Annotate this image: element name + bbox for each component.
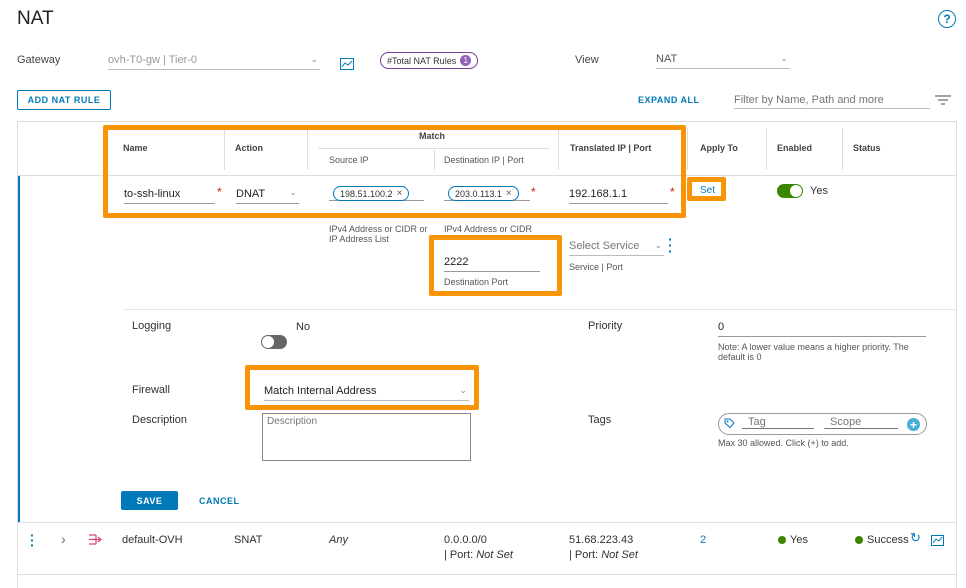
highlight-box-apply — [687, 177, 726, 201]
chart-icon[interactable] — [931, 535, 944, 546]
enabled-text: Yes — [810, 185, 828, 197]
highlight-box-row — [103, 125, 686, 218]
service-hint: Service | Port — [569, 262, 623, 272]
status-dot-icon — [778, 536, 786, 544]
edit-row-indicator — [18, 176, 20, 522]
refresh-icon[interactable]: ↻ — [910, 530, 921, 546]
row-source: Any — [329, 534, 348, 546]
logging-value: No — [296, 321, 311, 333]
logging-toggle[interactable] — [261, 335, 287, 349]
row-translated-ip: 51.68.223.43 — [569, 534, 634, 546]
row-enabled: Yes — [778, 534, 808, 546]
view-select[interactable]: NAT ⌄ — [656, 53, 790, 69]
total-rules-count: 1 — [460, 55, 472, 66]
expand-all-link[interactable]: EXPAND ALL — [638, 95, 700, 105]
highlight-box-firewall — [245, 365, 479, 410]
description-label: Description — [132, 414, 188, 426]
total-rules-badge: #Total NAT Rules 1 — [380, 52, 479, 69]
service-select[interactable]: Select Service ⌄ — [569, 240, 664, 256]
priority-label: Priority — [588, 320, 623, 332]
add-nat-rule-button[interactable]: ADD NAT RULE — [17, 90, 111, 110]
gateway-label: Gateway — [17, 54, 61, 66]
column-enabled[interactable]: Enabled — [777, 143, 812, 153]
chart-icon[interactable] — [340, 58, 354, 70]
status-dot-icon — [855, 536, 863, 544]
gateway-select[interactable]: ovh-T0-gw | Tier-0 ⌄ — [108, 54, 320, 70]
enabled-toggle[interactable] — [777, 184, 803, 198]
row-dest-port: | Port: Not Set — [444, 549, 513, 561]
chevron-down-icon: ⌄ — [310, 54, 318, 64]
add-tag-icon[interactable]: + — [907, 418, 920, 431]
help-icon[interactable]: ? — [938, 10, 956, 28]
scope-input[interactable]: Scope — [824, 416, 898, 429]
more-options-icon[interactable]: · · · — [668, 232, 673, 258]
cancel-button[interactable]: CANCEL — [199, 496, 240, 506]
total-rules-label: #Total NAT Rules — [387, 55, 457, 66]
row-dest-ip: 0.0.0.0/0 — [444, 534, 487, 546]
chevron-right-icon[interactable]: › — [61, 531, 66, 547]
highlight-box-port — [429, 235, 562, 296]
gateway-value: ovh-T0-gw | Tier-0 — [108, 54, 198, 66]
priority-input[interactable]: 0 — [718, 321, 926, 337]
row-status: Success — [855, 534, 909, 546]
chevron-down-icon: ⌄ — [654, 240, 662, 250]
page-title: NAT — [17, 8, 54, 29]
chevron-down-icon: ⌄ — [780, 53, 788, 63]
filter-input[interactable] — [734, 91, 930, 109]
snat-icon — [89, 534, 102, 545]
tag-input[interactable]: Tag — [742, 416, 814, 429]
firewall-label: Firewall — [132, 384, 170, 396]
column-apply-to[interactable]: Apply To — [700, 143, 738, 153]
destination-ip-hint: IPv4 Address or CIDR — [444, 224, 533, 234]
logging-label: Logging — [132, 320, 172, 332]
tags-label: Tags — [588, 414, 612, 426]
service-value: Select Service — [569, 240, 640, 252]
row-translated-port: | Port: Not Set — [569, 549, 638, 561]
tags-hint: Max 30 allowed. Click (+) to add. — [718, 438, 849, 448]
priority-hint: Note: A lower value means a higher prior… — [718, 342, 909, 362]
row-name: default-OVH — [122, 534, 183, 546]
column-status[interactable]: Status — [853, 143, 881, 153]
row-action: SNAT — [234, 534, 263, 546]
view-value: NAT — [656, 53, 678, 65]
row-apply-to-link[interactable]: 2 — [700, 534, 706, 546]
tag-icon — [724, 418, 735, 429]
source-ip-hint: IPv4 Address or CIDR or IP Address List — [329, 224, 428, 244]
view-label: View — [575, 54, 599, 66]
filter-icon[interactable] — [935, 95, 951, 105]
row-actions-icon[interactable]: · · · — [30, 528, 35, 552]
description-textarea[interactable]: Description — [262, 413, 471, 461]
save-button[interactable]: SAVE — [121, 491, 178, 510]
